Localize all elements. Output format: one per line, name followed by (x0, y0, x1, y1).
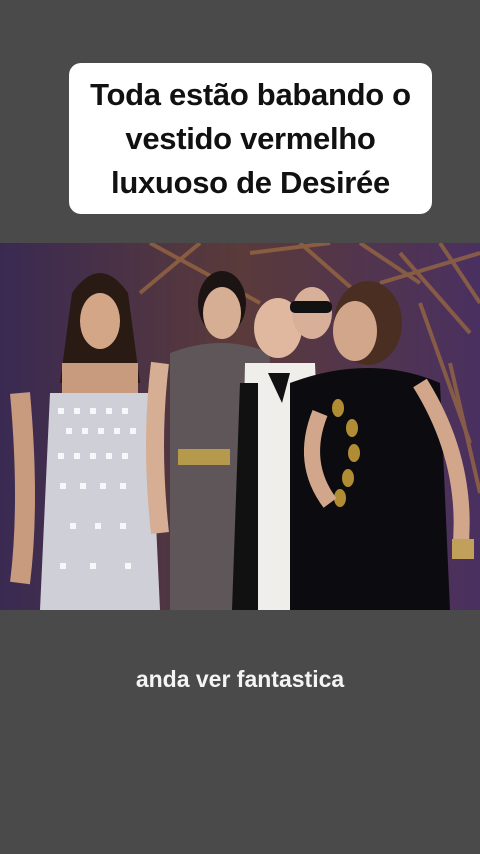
video-subtitle: anda ver fantastica (135, 666, 345, 692)
caption-card: Toda estão babando o vestido vermelho lu… (69, 63, 432, 214)
video-frame[interactable] (0, 243, 480, 610)
caption-text: Toda estão babando o vestido vermelho lu… (90, 76, 411, 200)
video-scene (0, 243, 480, 610)
